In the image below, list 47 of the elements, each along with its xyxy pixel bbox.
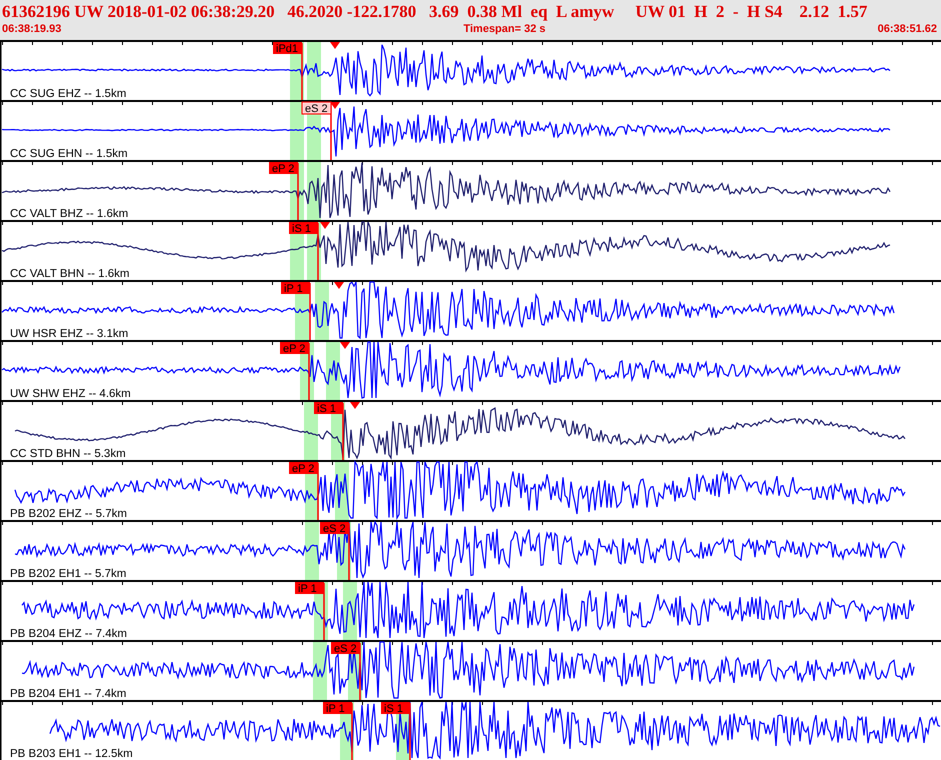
pick-flag[interactable]: eS 2	[302, 102, 332, 115]
timespan-label: Timespan= 32 s	[463, 22, 546, 36]
pick-flag[interactable]: eS 2	[320, 522, 349, 535]
pick-line	[330, 103, 332, 160]
channel-label: UW SHW EHZ -- 4.6km	[10, 388, 131, 400]
event-summary: 61362196 UW 2018-01-02 06:38:29.20 46.2020 -122.1780 3.69 0.38 Ml eq L amyw UW 01 H 2 - H S4 2.12 1.57	[2, 2, 868, 22]
pick-flag[interactable]: iPd1	[273, 42, 302, 55]
pick-flag[interactable]: eS 2	[331, 642, 360, 655]
pick-line	[409, 703, 411, 760]
pick-flag[interactable]: iP 1	[295, 582, 324, 595]
pick-flag[interactable]: iP 1	[323, 702, 352, 715]
channel-label: PB B204 EH1 -- 7.4km	[10, 688, 126, 700]
pick-flag[interactable]: iS 1	[289, 222, 318, 235]
phase-window	[305, 522, 319, 580]
pick-line	[359, 643, 361, 700]
phase-window	[304, 402, 318, 460]
phase-window	[307, 42, 321, 100]
pick-line	[317, 223, 319, 280]
pick-line	[309, 283, 311, 340]
start-time: 06:38:19.93	[2, 22, 62, 36]
pick-line	[348, 523, 350, 580]
pick-line	[308, 343, 310, 400]
channel-label: CC STD BHN -- 5.3km	[10, 448, 126, 460]
pick-line	[323, 583, 325, 640]
pick-line	[342, 403, 344, 460]
pick-flag[interactable]: eP 2	[269, 162, 298, 175]
channel-label: CC VALT BHZ -- 1.6km	[10, 208, 128, 220]
channel-label: CC VALT BHN -- 1.6km	[10, 268, 130, 280]
pick-line	[297, 163, 299, 220]
channel-label: UW HSR EHZ -- 3.1km	[10, 328, 128, 340]
pick-line	[317, 463, 319, 520]
channel-label: PB B202 EH1 -- 5.7km	[10, 568, 126, 580]
end-time: 06:38:51.62	[878, 22, 937, 36]
pick-line	[301, 43, 303, 100]
channel-label: CC SUG EHN -- 1.5km	[10, 148, 128, 160]
pick-flag[interactable]: eP 2	[289, 462, 318, 475]
phase-window	[290, 102, 304, 160]
channel-label: PB B202 EHZ -- 5.7km	[10, 508, 127, 520]
pick-flag[interactable]: iS 1	[314, 402, 343, 415]
pick-flag[interactable]: iP 1	[281, 282, 310, 295]
pick-flag[interactable]: eP 2	[280, 342, 309, 355]
channel-label: PB B204 EHZ -- 7.4km	[10, 628, 127, 640]
channel-label: PB B203 EH1 -- 12.5km	[10, 748, 133, 760]
pick-flag[interactable]: iS 1	[381, 702, 410, 715]
channel-label: CC SUG EHZ -- 1.5km	[10, 88, 126, 100]
pick-line	[351, 703, 353, 760]
phase-window	[313, 642, 327, 700]
